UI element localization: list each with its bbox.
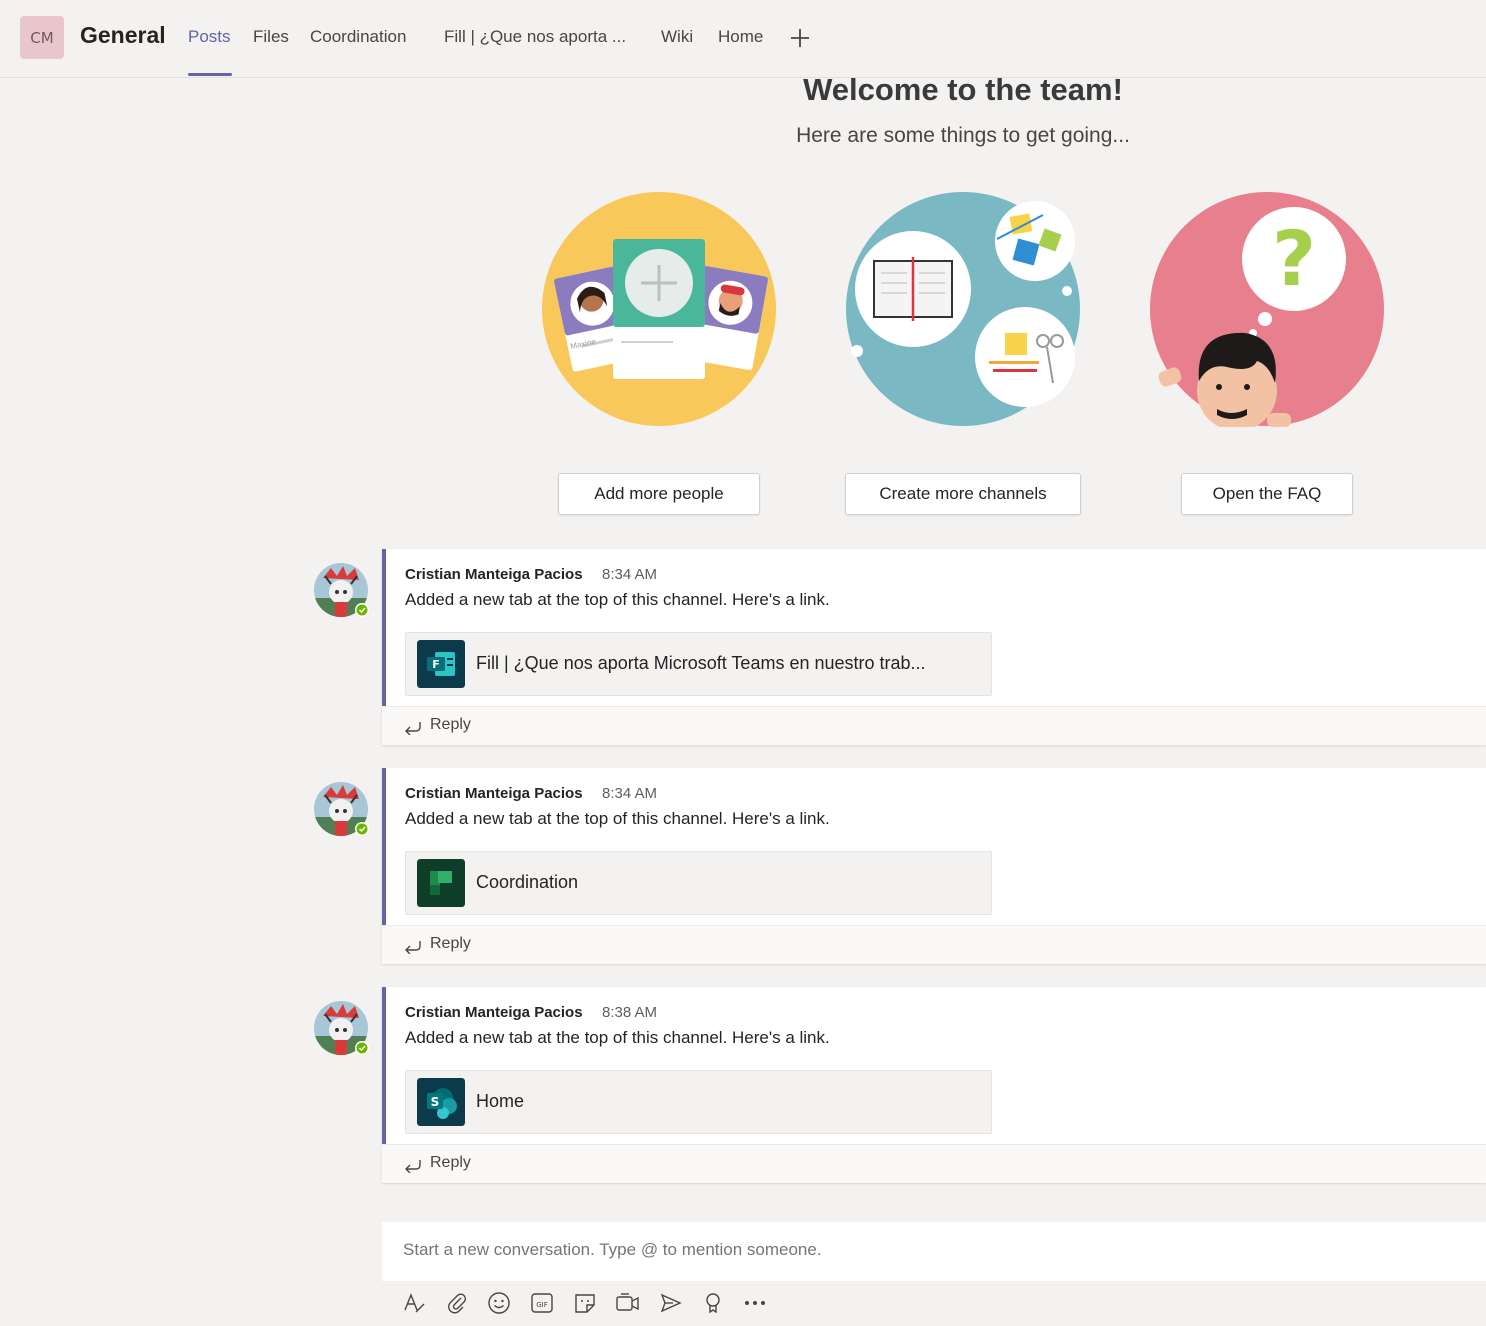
post-card: Cristian Manteiga Pacios 8:34 AM Added a… [382,768,1486,964]
tab-link-title: Home [476,1091,525,1111]
more-options-icon[interactable] [741,1290,769,1316]
emoji-icon[interactable] [485,1290,513,1316]
compose-box[interactable] [382,1222,1486,1281]
tab-wiki[interactable]: Wiki [661,27,693,47]
meet-now-icon[interactable] [614,1290,642,1316]
reply-label: Reply [430,1154,471,1171]
tab-link-card[interactable]: Coordination [405,851,992,915]
stream-icon[interactable] [657,1290,685,1316]
avatar[interactable] [313,781,369,837]
post-body: Added a new tab at the top of this chann… [405,1028,830,1047]
post-card: Cristian Manteiga Pacios 8:38 AM Added a… [382,987,1486,1183]
post-timestamp: 8:34 AM [602,566,658,583]
post-author[interactable]: Cristian Manteiga Pacios [405,785,583,802]
avatar[interactable] [313,562,369,618]
create-more-channels-button[interactable]: Create more channels [845,473,1081,515]
avatar[interactable] [313,1000,369,1056]
sticker-icon[interactable] [571,1290,599,1316]
reply-button[interactable]: Reply [382,925,1486,964]
tab-coordination[interactable]: Coordination [310,27,406,47]
reply-icon [405,941,421,954]
tab-posts[interactable]: Posts [188,27,231,47]
svg-text:S: S [431,1095,440,1109]
reply-label: Reply [430,716,471,733]
tab-link-card[interactable]: F Fill | ¿Que nos aporta Microsoft Teams… [405,632,992,696]
tab-home[interactable]: Home [718,27,763,47]
new-conversation-input[interactable] [403,1240,1303,1260]
forms-icon: F [417,640,465,688]
reply-icon [405,722,421,735]
tab-link-title: Fill | ¿Que nos aporta Microsoft Teams e… [476,653,926,673]
post-timestamp: 8:38 AM [602,1004,658,1021]
active-tab-indicator [188,73,232,76]
add-more-people-button[interactable]: Add more people [558,473,760,515]
post-author[interactable]: Cristian Manteiga Pacios [405,566,583,583]
gif-icon[interactable]: GIF [528,1290,556,1316]
tab-link-title: Coordination [476,872,579,892]
tab-fill-forms[interactable]: Fill | ¿Que nos aporta ... [444,27,626,47]
plus-icon[interactable] [789,26,811,50]
svg-text:F: F [432,658,440,671]
post-body: Added a new tab at the top of this chann… [405,590,830,609]
post-timestamp: 8:34 AM [602,785,658,802]
post-body: Added a new tab at the top of this chann… [405,809,830,828]
sharepoint-icon: S [417,1078,465,1126]
reply-button[interactable]: Reply [382,706,1486,745]
format-icon[interactable] [400,1290,428,1316]
channel-title: General [80,22,166,48]
reply-button[interactable]: Reply [382,1144,1486,1183]
reply-icon [405,1160,421,1173]
create-channels-illustration [846,192,1080,426]
faq-illustration: ? [1150,192,1384,427]
reply-label: Reply [430,935,471,952]
open-faq-button[interactable]: Open the FAQ [1181,473,1353,515]
post-card: Cristian Manteiga Pacios 8:34 AM Added a… [382,549,1486,745]
welcome-title: Welcome to the team! [803,72,1123,107]
post-author[interactable]: Cristian Manteiga Pacios [405,1004,583,1021]
svg-text:GIF: GIF [536,1301,548,1309]
tab-files[interactable]: Files [253,27,289,47]
tab-link-card[interactable]: S Home [405,1070,992,1134]
attach-icon[interactable] [443,1290,471,1316]
praise-icon[interactable] [699,1290,727,1316]
svg-text:?: ? [1272,214,1316,303]
welcome-subtitle: Here are some things to get going... [796,124,1130,147]
planner-icon [417,859,465,907]
team-avatar[interactable]: CM [20,16,64,59]
channel-header: CM General Posts Files Coordination Fill… [0,0,1486,78]
add-people-illustration: Maxine [542,192,776,426]
